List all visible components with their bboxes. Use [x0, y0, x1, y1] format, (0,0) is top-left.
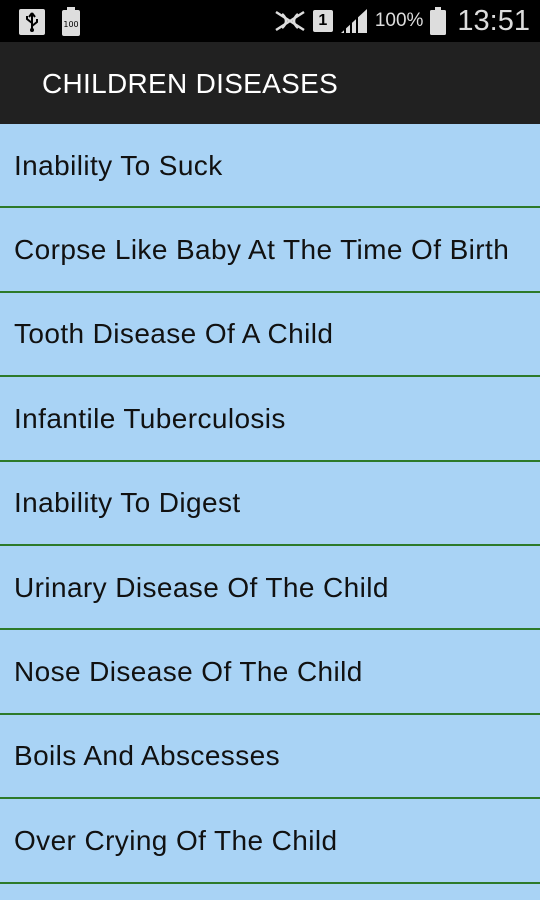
list-item[interactable]: Inability To Digest	[0, 461, 540, 546]
list-item[interactable]: Urinary Disease Of The Child	[0, 545, 540, 631]
nfc-icon	[273, 8, 307, 34]
list-item[interactable]: Nose Disease Of The Child	[0, 630, 540, 715]
svg-text:100: 100	[63, 20, 78, 29]
signal-icon	[339, 7, 369, 35]
list-item-label: Over Crying Of The Child	[14, 824, 338, 856]
list-item-label: Tooth Disease Of A Child	[14, 318, 334, 350]
list-item-label: Infantile Tuberculosis	[14, 402, 286, 434]
list-item-label: Inability To Suck	[14, 149, 223, 181]
status-bar: 100 1 100% 13:51	[0, 0, 540, 42]
clock: 13:51	[457, 4, 530, 37]
battery-icon	[429, 6, 447, 36]
battery-100-small-icon: 100	[60, 6, 82, 38]
list-item[interactable]: Infantile Tuberculosis	[0, 377, 540, 462]
status-right-icons: 1 100% 13:51	[273, 4, 530, 38]
list-item-label: Corpse Like Baby At The Time Of Birth	[14, 234, 510, 266]
list-item[interactable]: Over Crying Of The Child	[0, 799, 540, 884]
status-left-icons: 100	[18, 6, 82, 38]
list-item-label: Urinary Disease Of The Child	[14, 571, 389, 603]
disease-list: Inability To Suck Corpse Like Baby At Th…	[0, 124, 540, 884]
list-item[interactable]: Inability To Suck	[0, 124, 540, 209]
list-item-label: Boils And Abscesses	[14, 740, 280, 772]
app-title: CHILDREN DISEASES	[42, 68, 339, 99]
usb-icon	[18, 7, 46, 37]
list-item[interactable]: Corpse Like Baby At The Time Of Birth	[0, 208, 540, 293]
list-item-label: Nose Disease Of The Child	[14, 656, 363, 688]
action-bar: CHILDREN DISEASES	[0, 42, 540, 124]
list-item[interactable]: Boils And Abscesses	[0, 714, 540, 800]
list-item[interactable]: Tooth Disease Of A Child	[0, 292, 540, 378]
sim-1-icon: 1	[312, 10, 333, 32]
list-item-label: Inability To Digest	[14, 487, 241, 519]
battery-percent: 100%	[374, 10, 424, 31]
